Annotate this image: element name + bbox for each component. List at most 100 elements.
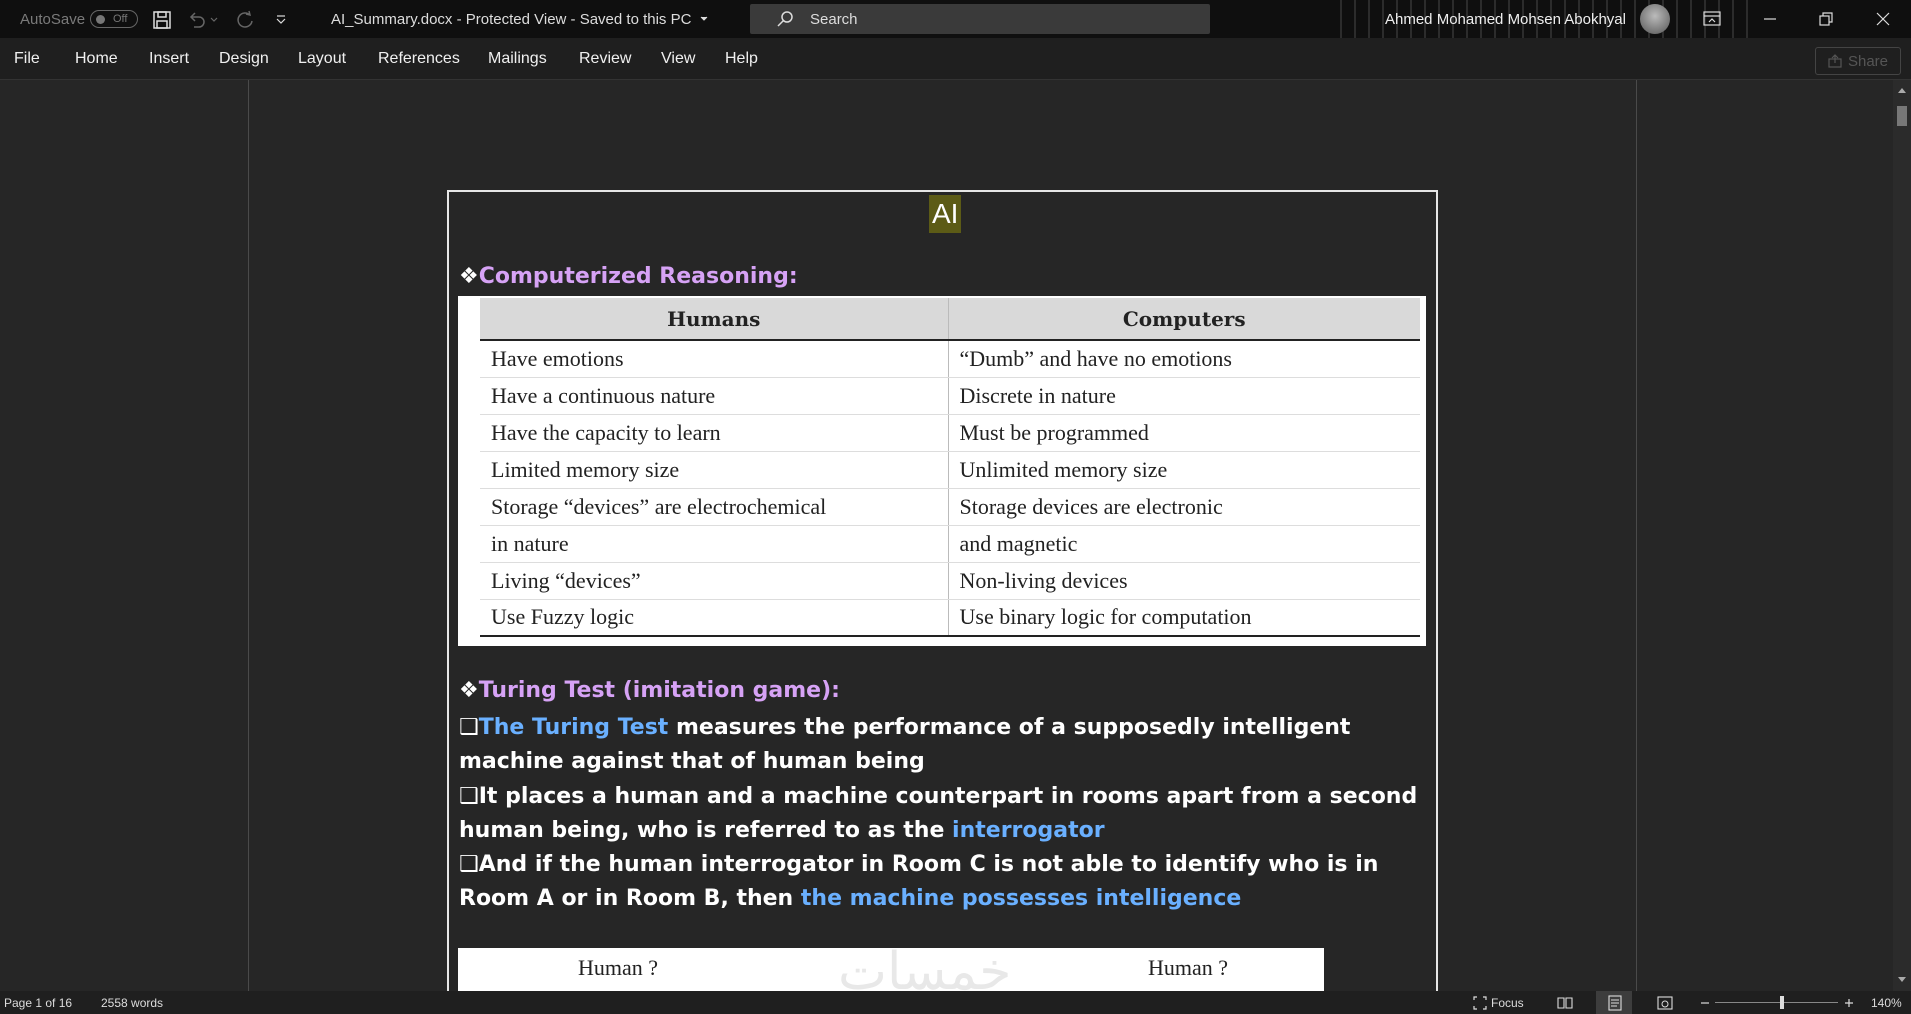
page-count[interactable]: Page 1 of 16 bbox=[4, 991, 72, 1014]
document-title-text: AI_Summary.docx - Protected View - Saved… bbox=[331, 10, 692, 28]
tab-layout[interactable]: Layout bbox=[298, 38, 346, 80]
search-box[interactable]: Search bbox=[750, 4, 1210, 34]
document-title[interactable]: AI_Summary.docx - Protected View - Saved… bbox=[331, 0, 709, 38]
undo-icon[interactable] bbox=[185, 9, 207, 31]
print-layout-icon[interactable] bbox=[1608, 991, 1622, 1014]
redo-icon[interactable] bbox=[234, 9, 256, 31]
table-row: Have a continuous nature Discrete in natu… bbox=[480, 377, 1420, 415]
bullet-paragraph: ❑And if the human interrogator in Room C… bbox=[459, 848, 1419, 916]
autosave-label: AutoSave bbox=[20, 10, 86, 28]
table-row: in nature and magnetic bbox=[480, 525, 1420, 563]
watermark: خمسات bbox=[838, 948, 1012, 991]
tab-file[interactable]: File bbox=[14, 38, 40, 80]
customize-toolbar-icon[interactable] bbox=[270, 9, 292, 31]
left-margin-line bbox=[248, 80, 249, 991]
tab-view[interactable]: View bbox=[661, 38, 695, 80]
table-cell: Unlimited memory size bbox=[948, 451, 1420, 489]
share-icon bbox=[1828, 54, 1842, 68]
focus-button[interactable]: Focus bbox=[1473, 991, 1524, 1014]
read-mode-icon[interactable] bbox=[1557, 991, 1573, 1014]
table-cell: Have a continuous nature bbox=[480, 377, 949, 415]
ribbon-tabs: File Home Insert Design Layout Reference… bbox=[0, 38, 1911, 80]
table-cell: Must be programmed bbox=[948, 414, 1420, 452]
close-icon[interactable] bbox=[1860, 0, 1906, 38]
page-title: AI bbox=[929, 195, 962, 233]
zoom-in-icon[interactable] bbox=[1844, 991, 1854, 1014]
undo-dropdown-icon[interactable] bbox=[208, 9, 220, 31]
table-row: Have the capacity to learn Must be progra… bbox=[480, 414, 1420, 452]
word-count[interactable]: 2558 words bbox=[101, 991, 163, 1014]
table-row: Use Fuzzy logic Use binary logic for comp… bbox=[480, 599, 1420, 637]
autosave-toggle[interactable]: Off bbox=[90, 10, 138, 28]
highlight-text: The Turing Test bbox=[478, 715, 669, 740]
table-cell: Discrete in nature bbox=[948, 377, 1420, 415]
table-cell: Have emotions bbox=[480, 340, 949, 378]
column-header-humans: Humans bbox=[480, 298, 949, 341]
table-cell: in nature bbox=[480, 525, 949, 563]
focus-label: Focus bbox=[1491, 995, 1524, 1010]
paragraph-text: It places a human and a machine counterp… bbox=[459, 784, 1418, 843]
tab-mailings[interactable]: Mailings bbox=[488, 38, 547, 80]
table-cell: Use Fuzzy logic bbox=[480, 599, 949, 637]
column-header-computers: Computers bbox=[948, 298, 1420, 341]
diagram-label: Human ? bbox=[578, 955, 659, 980]
heading-computerized-reasoning: ❖Computerized Reasoning: bbox=[459, 264, 798, 289]
comparison-table: Humans Computers Have emotions “Dumb” and… bbox=[480, 298, 1420, 637]
zoom-slider[interactable] bbox=[1715, 1002, 1838, 1003]
tab-references[interactable]: References bbox=[378, 38, 460, 80]
ribbon-display-options-icon[interactable] bbox=[1689, 0, 1735, 38]
bullet-paragraph: ❑The Turing Test measures the performanc… bbox=[459, 711, 1419, 779]
share-button[interactable]: Share bbox=[1815, 47, 1901, 75]
search-icon bbox=[777, 11, 793, 27]
table-row: Have emotions “Dumb” and have no emotions bbox=[480, 340, 1420, 378]
zoom-slider-thumb[interactable] bbox=[1780, 996, 1784, 1009]
diagram-label: Human ? bbox=[1148, 955, 1229, 980]
diamond-bullet-icon: ❖ bbox=[459, 264, 479, 289]
comparison-table-image: Humans Computers Have emotions “Dumb” and… bbox=[458, 296, 1426, 646]
zoom-out-icon[interactable] bbox=[1700, 991, 1710, 1014]
bullet-paragraph: ❑It places a human and a machine counter… bbox=[459, 780, 1419, 848]
table-cell: Non-living devices bbox=[948, 562, 1420, 600]
table-cell: and magnetic bbox=[948, 525, 1420, 563]
table-cell: Storage devices are electronic bbox=[948, 488, 1420, 526]
focus-icon bbox=[1473, 995, 1487, 1010]
scroll-up-icon[interactable] bbox=[1897, 86, 1907, 94]
avatar[interactable] bbox=[1640, 4, 1670, 34]
tab-review[interactable]: Review bbox=[579, 38, 631, 80]
table-header-row: Humans Computers bbox=[480, 298, 1420, 341]
tab-home[interactable]: Home bbox=[75, 38, 118, 80]
user-name[interactable]: Ahmed Mohamed Mohsen Abokhyal bbox=[1385, 0, 1626, 38]
highlight-text: interrogator bbox=[952, 818, 1105, 843]
status-bar: Page 1 of 16 2558 words Focus 140% bbox=[0, 991, 1911, 1014]
table-cell: Use binary logic for computation bbox=[948, 599, 1420, 637]
title-dropdown-icon bbox=[701, 16, 708, 21]
checkbox-bullet-icon: ❑ bbox=[459, 852, 479, 877]
restore-icon[interactable] bbox=[1803, 0, 1849, 38]
highlight-text: the machine possesses intelligence bbox=[800, 886, 1242, 911]
scroll-down-icon[interactable] bbox=[1897, 976, 1907, 984]
title-bar: AutoSave Off AI_Summary.docx - Protected… bbox=[0, 0, 1911, 38]
heading-text: Computerized Reasoning: bbox=[478, 264, 798, 289]
heading-text: Turing Test (imitation game): bbox=[478, 678, 840, 703]
checkbox-bullet-icon: ❑ bbox=[459, 784, 479, 809]
tab-insert[interactable]: Insert bbox=[149, 38, 189, 80]
table-row: Limited memory size Unlimited memory size bbox=[480, 451, 1420, 489]
scrollbar-thumb[interactable] bbox=[1897, 106, 1907, 126]
save-icon[interactable] bbox=[151, 9, 173, 31]
zoom-level[interactable]: 140% bbox=[1871, 991, 1902, 1014]
checkbox-bullet-icon: ❑ bbox=[459, 715, 479, 740]
minimize-icon[interactable] bbox=[1747, 0, 1793, 38]
table-cell: “Dumb” and have no emotions bbox=[948, 340, 1420, 378]
table-row: Storage “devices” are electrochemical Sto… bbox=[480, 488, 1420, 526]
tab-help[interactable]: Help bbox=[725, 38, 758, 80]
table-cell: Living “devices” bbox=[480, 562, 949, 600]
table-cell: Storage “devices” are electrochemical bbox=[480, 488, 949, 526]
table-cell: Limited memory size bbox=[480, 451, 949, 489]
table-row: Living “devices” Non-living devices bbox=[480, 562, 1420, 600]
diamond-bullet-icon: ❖ bbox=[459, 678, 479, 703]
web-layout-icon[interactable] bbox=[1657, 991, 1673, 1014]
share-label: Share bbox=[1847, 52, 1889, 70]
turing-test-diagram-image: خمسات Human ? Human ? bbox=[458, 948, 1324, 991]
vertical-scrollbar[interactable] bbox=[1893, 80, 1911, 991]
tab-design[interactable]: Design bbox=[219, 38, 269, 80]
